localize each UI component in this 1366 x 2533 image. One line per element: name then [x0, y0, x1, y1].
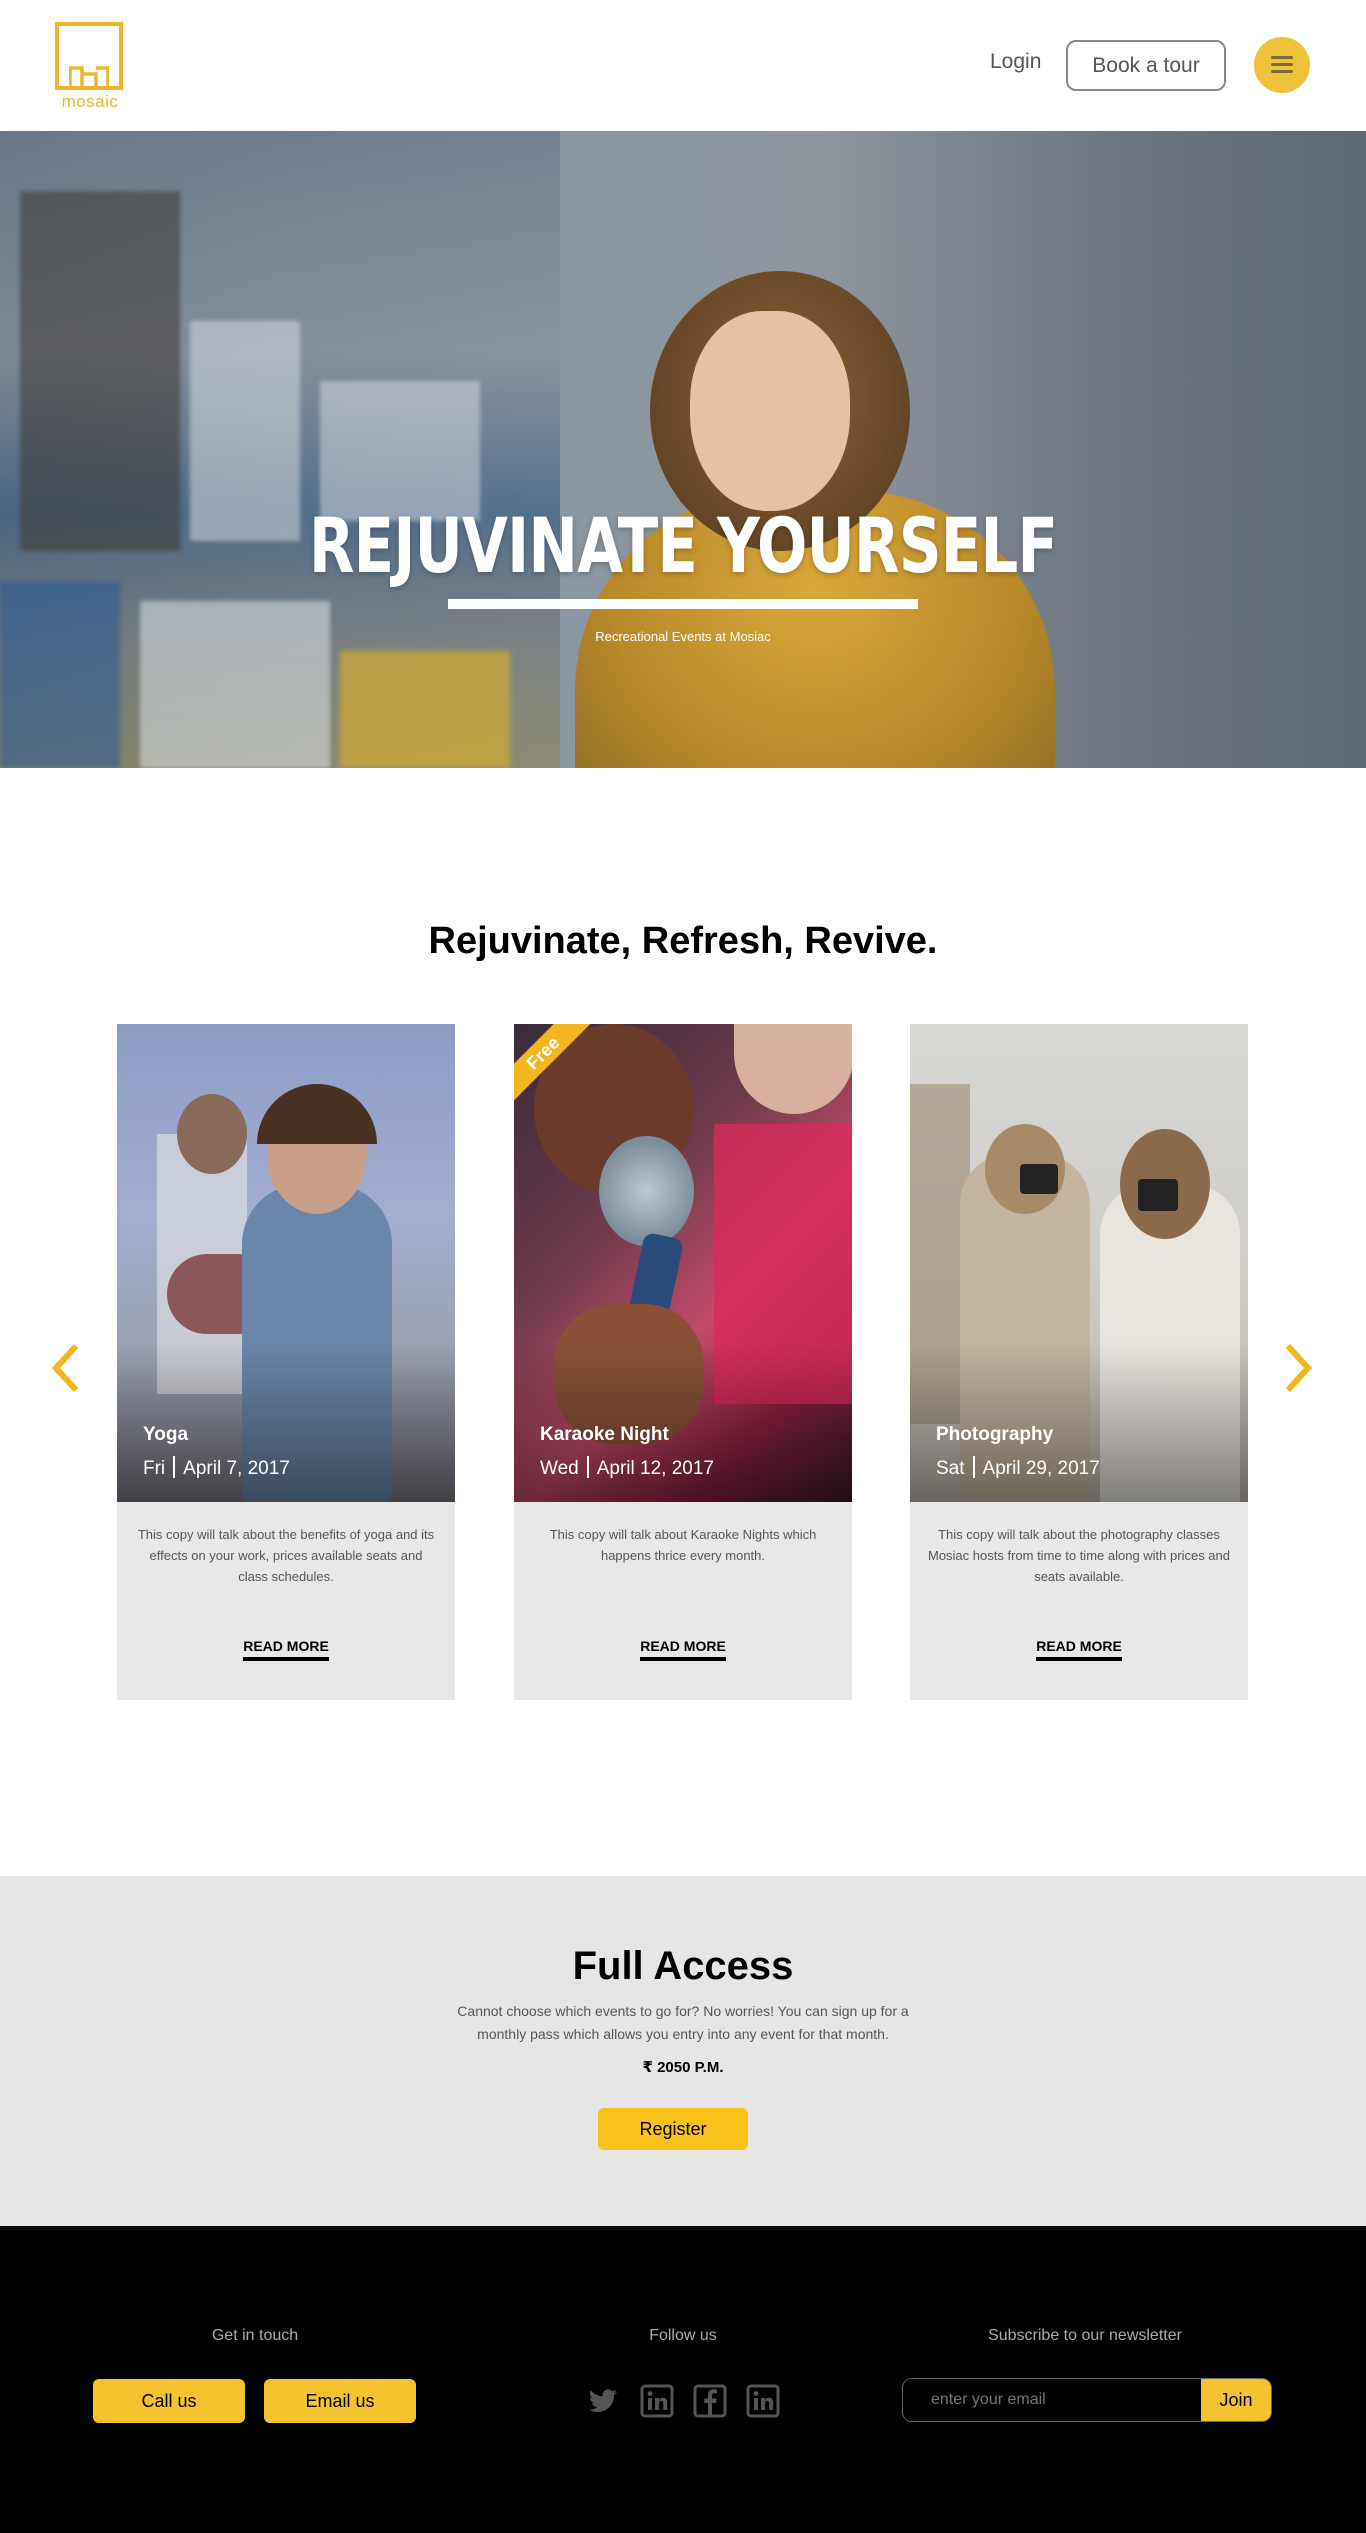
carousel-next-button[interactable] [1278, 1338, 1318, 1398]
facebook-link[interactable] [693, 2384, 727, 2418]
photography-image[interactable]: Photography Sat April 29, 2017 [910, 1024, 1248, 1502]
read-more-link[interactable]: READ MORE [243, 1638, 329, 1661]
full-access-section: Full Access Cannot choose which events t… [0, 1876, 1366, 2226]
carousel-prev-button[interactable] [46, 1338, 86, 1398]
read-more-link[interactable]: READ MORE [1036, 1638, 1122, 1661]
yoga-image[interactable]: Yoga Fri April 7, 2017 [117, 1024, 455, 1502]
linkedin-link[interactable] [640, 2384, 674, 2418]
mosaic-logo[interactable]: mosaic [55, 22, 125, 112]
menu-button[interactable] [1254, 37, 1310, 93]
login-link[interactable]: Login [990, 50, 1041, 74]
logo-m-icon [69, 66, 109, 89]
event-description: This copy will talk about Karaoke Nights… [549, 1527, 817, 1563]
chevron-right-icon [1285, 1343, 1313, 1393]
facebook-icon [693, 2384, 727, 2418]
linkedin-link-2[interactable] [746, 2384, 780, 2418]
event-name: Photography [936, 1424, 1054, 1445]
register-button[interactable]: Register [598, 2108, 748, 2150]
hero-banner: REJUVINATE YOURSELF Recreational Events … [0, 131, 1366, 768]
call-us-button[interactable]: Call us [93, 2379, 245, 2423]
hero-subtitle: Recreational Events at Mosiac [595, 629, 771, 644]
linkedin-icon [746, 2384, 780, 2418]
twitter-link[interactable] [586, 2384, 620, 2418]
hero-underline [448, 599, 918, 609]
book-tour-button[interactable]: Book a tour [1066, 40, 1226, 91]
site-footer: Get in touch Call us Email us Follow us … [0, 2226, 1366, 2533]
event-date: Fri April 7, 2017 [143, 1456, 290, 1479]
join-button[interactable]: Join [1201, 2379, 1271, 2421]
event-card-karaoke: Free Karaoke Night Wed April 12, 2017 Thi… [514, 1024, 852, 1700]
hamburger-icon [1271, 56, 1293, 59]
logo-text: mosaic [61, 92, 119, 111]
full-access-description: Cannot choose which events to go for? No… [457, 2003, 909, 2042]
event-date: Sat April 29, 2017 [936, 1456, 1100, 1479]
chevron-left-icon [51, 1343, 79, 1393]
event-date: Wed April 12, 2017 [540, 1456, 714, 1479]
event-card-photography: Photography Sat April 29, 2017 This copy … [910, 1024, 1248, 1700]
monthly-price: ₹ 2050 P.M. [642, 2059, 724, 2076]
follow-heading: Follow us [649, 2327, 717, 2344]
linkedin-icon [640, 2384, 674, 2418]
event-name: Yoga [143, 1424, 189, 1445]
newsletter-email-input[interactable] [903, 2379, 1201, 2421]
events-section: Rejuvinate, Refresh, Revive. Yoga Fri Apr… [0, 768, 1366, 1876]
event-name: Karaoke Night [540, 1424, 669, 1445]
event-description: This copy will talk about the photograph… [927, 1527, 1230, 1584]
twitter-icon [588, 2389, 617, 2413]
newsletter-form: Join [902, 2378, 1272, 2422]
events-heading: Rejuvinate, Refresh, Revive. [428, 920, 938, 962]
event-card-yoga: Yoga Fri April 7, 2017 This copy will tal… [117, 1024, 455, 1700]
newsletter-heading: Subscribe to our newsletter [988, 2327, 1182, 2344]
karaoke-image[interactable]: Free Karaoke Night Wed April 12, 2017 [514, 1024, 852, 1502]
full-access-heading: Full Access [572, 1944, 794, 1988]
email-us-button[interactable]: Email us [264, 2379, 416, 2423]
event-description: This copy will talk about the benefits o… [137, 1527, 435, 1584]
contact-heading: Get in touch [211, 2327, 299, 2344]
logo-mark-icon [55, 22, 123, 90]
read-more-link[interactable]: READ MORE [640, 1638, 726, 1661]
site-header: mosaic Login Book a tour [0, 0, 1366, 131]
hero-title: REJUVINATE YOURSELF [308, 501, 1058, 590]
